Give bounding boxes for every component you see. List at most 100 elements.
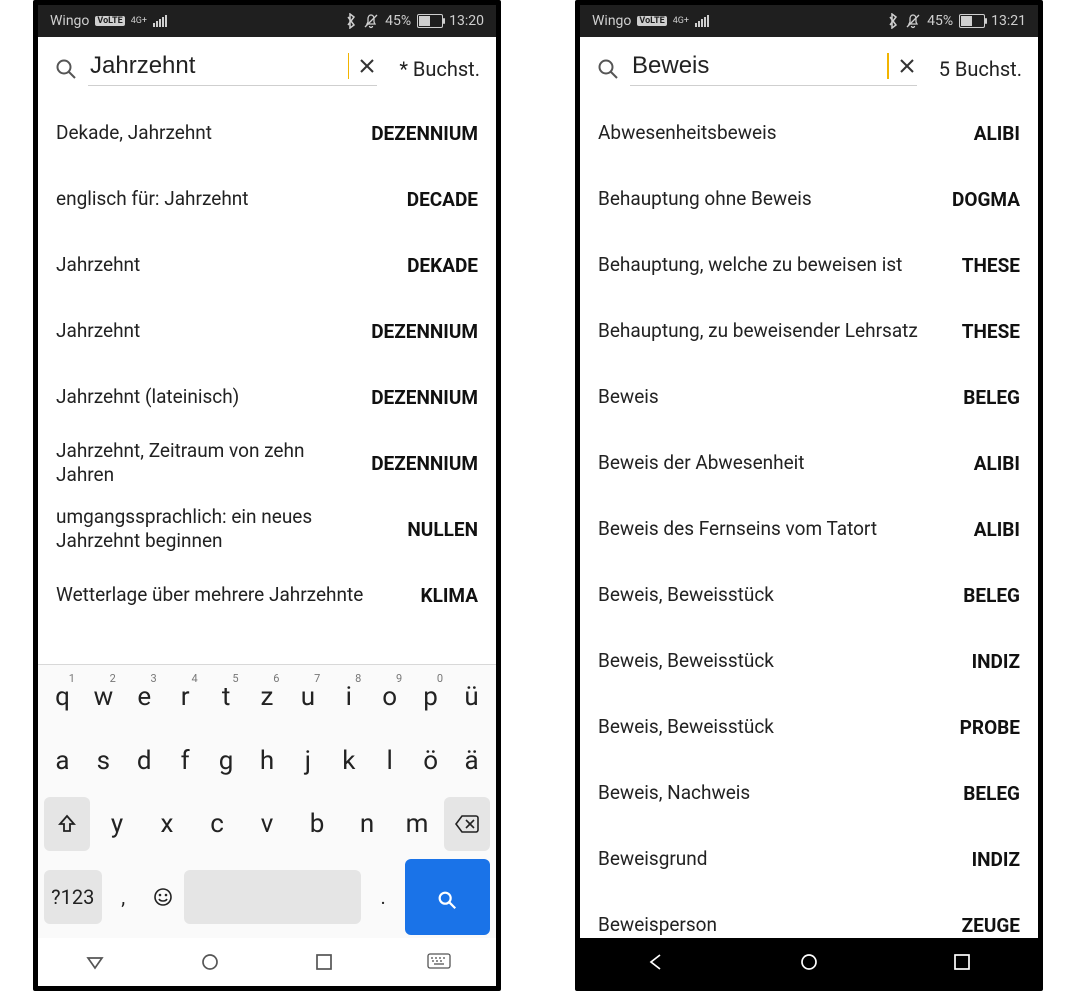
battery-icon [959,14,985,28]
keyboard-row-1: q1w2e3r4t5z6u7i8o9p0ü [38,665,496,729]
key-u[interactable]: u7 [289,670,326,724]
status-bar: Wingo VoLTE 4G+ 45% 13:20 [38,5,496,37]
result-row[interactable]: Beweisgrund INDIZ [580,826,1038,892]
key-k[interactable]: k [330,734,367,788]
nav-back-icon[interactable] [641,947,671,977]
mute-icon [905,13,921,29]
result-row[interactable]: Beweis, BeweisstückBELEG [580,562,1038,628]
carrier-label: Wingo [592,13,631,29]
key-t[interactable]: t5 [208,670,245,724]
result-answer: INDIZ [972,848,1020,871]
result-row[interactable]: Beweis, BeweisstückPROBE [580,694,1038,760]
nav-recent-icon[interactable] [947,947,977,977]
key-r[interactable]: r4 [167,670,204,724]
result-row[interactable]: Beweis der AbwesenheitALIBI [580,430,1038,496]
nav-recent-icon[interactable] [309,947,339,977]
signal-icon [153,15,167,27]
comma-key[interactable]: , [106,870,141,924]
result-row[interactable]: Wetterlage über mehrere JahrzehnteKLIMA [38,562,496,628]
key-n[interactable]: n [344,797,390,851]
key-a[interactable]: a [44,734,81,788]
key-i[interactable]: i8 [330,670,367,724]
shift-key[interactable] [44,797,90,851]
result-row[interactable]: Beweis, NachweisBELEG [580,760,1038,826]
results-list[interactable]: Dekade, JahrzehntDEZENNIUMenglisch für: … [38,94,496,664]
result-answer: ZEUGE [962,914,1020,937]
key-j[interactable]: j [289,734,326,788]
carrier-label: Wingo [50,13,89,29]
results-list[interactable]: AbwesenheitsbeweisALIBIBehauptung ohne B… [580,94,1038,938]
result-clue: Beweisgrund [598,847,719,871]
key-c[interactable]: c [194,797,240,851]
keyboard-search-key[interactable] [405,859,490,935]
result-answer: DOGMA [952,188,1020,211]
nav-keyboard-icon[interactable] [424,947,454,977]
result-clue: Jahrzehnt [56,253,152,277]
nav-home-icon[interactable] [794,947,824,977]
search-input[interactable] [88,51,350,81]
clear-icon[interactable] [897,56,917,76]
result-answer: DEKADE [407,254,478,277]
result-clue: Beweis, Beweisstück [598,583,786,607]
result-answer: DEZENNIUM [371,386,478,409]
key-g[interactable]: g [208,734,245,788]
key-z[interactable]: z6 [249,670,286,724]
key-l[interactable]: l [371,734,408,788]
key-f[interactable]: f [167,734,204,788]
result-row[interactable]: Dekade, JahrzehntDEZENNIUM [38,100,496,166]
result-row[interactable]: Behauptung, zu beweisender LehrsatzTHESE [580,298,1038,364]
key-x[interactable]: x [144,797,190,851]
letters-filter[interactable]: 5 Buchst. [939,57,1022,81]
result-row[interactable]: Behauptung, welche zu beweisen istTHESE [580,232,1038,298]
nav-home-icon[interactable] [195,947,225,977]
result-clue: umgangssprachlich: ein neues Jahrzehnt b… [56,505,407,553]
key-p[interactable]: p0 [412,670,449,724]
result-clue: Beweis der Abwesenheit [598,451,817,475]
letters-filter[interactable]: * Buchst. [399,57,480,81]
result-row[interactable]: Behauptung ohne BeweisDOGMA [580,166,1038,232]
key-q[interactable]: q1 [44,670,81,724]
key-h[interactable]: h [249,734,286,788]
search-icon[interactable] [596,57,620,81]
key-s[interactable]: s [85,734,122,788]
key-o[interactable]: o9 [371,670,408,724]
key-ü[interactable]: ü [453,670,490,724]
result-row[interactable]: Beweis, BeweisstückINDIZ [580,628,1038,694]
symbols-key[interactable]: ?123 [44,870,102,924]
result-row[interactable]: BeweispersonZEUGE [580,892,1038,938]
result-row[interactable]: AbwesenheitsbeweisALIBI [580,100,1038,166]
result-row[interactable]: Jahrzehnt DEKADE [38,232,496,298]
result-row[interactable]: umgangssprachlich: ein neues Jahrzehnt b… [38,496,496,562]
phone-right: Wingo VoLTE 4G+ 45% 13:21 [575,0,1043,991]
result-row[interactable]: BeweisBELEG [580,364,1038,430]
nav-bar [38,938,496,986]
result-clue: Abwesenheitsbeweis [598,121,789,145]
result-row[interactable]: englisch für: JahrzehntDECADE [38,166,496,232]
result-clue: Wetterlage über mehrere Jahrzehnte [56,583,375,607]
result-row[interactable]: Beweis des Fernseins vom TatortALIBI [580,496,1038,562]
key-w[interactable]: w2 [85,670,122,724]
space-key[interactable] [184,870,361,924]
keyboard-row-2: asdfghjklöä [38,729,496,793]
key-ä[interactable]: ä [453,734,490,788]
backspace-key[interactable] [444,797,490,851]
key-m[interactable]: m [394,797,440,851]
key-d[interactable]: d [126,734,163,788]
result-row[interactable]: JahrzehntDEZENNIUM [38,298,496,364]
key-e[interactable]: e3 [126,670,163,724]
key-v[interactable]: v [244,797,290,851]
nav-back-icon[interactable] [80,947,110,977]
emoji-key[interactable] [145,870,180,924]
result-answer: THESE [962,320,1020,343]
clock: 13:21 [991,13,1026,29]
key-ö[interactable]: ö [412,734,449,788]
result-row[interactable]: Jahrzehnt, Zeitraum von zehn JahrenDEZEN… [38,430,496,496]
clear-icon[interactable] [357,56,377,76]
key-y[interactable]: y [94,797,140,851]
result-row[interactable]: Jahrzehnt (lateinisch)DEZENNIUM [38,364,496,430]
result-answer: PROBE [960,716,1020,739]
key-b[interactable]: b [294,797,340,851]
period-key[interactable]: . [365,870,400,924]
search-icon[interactable] [54,57,78,81]
search-input[interactable] [630,51,889,81]
